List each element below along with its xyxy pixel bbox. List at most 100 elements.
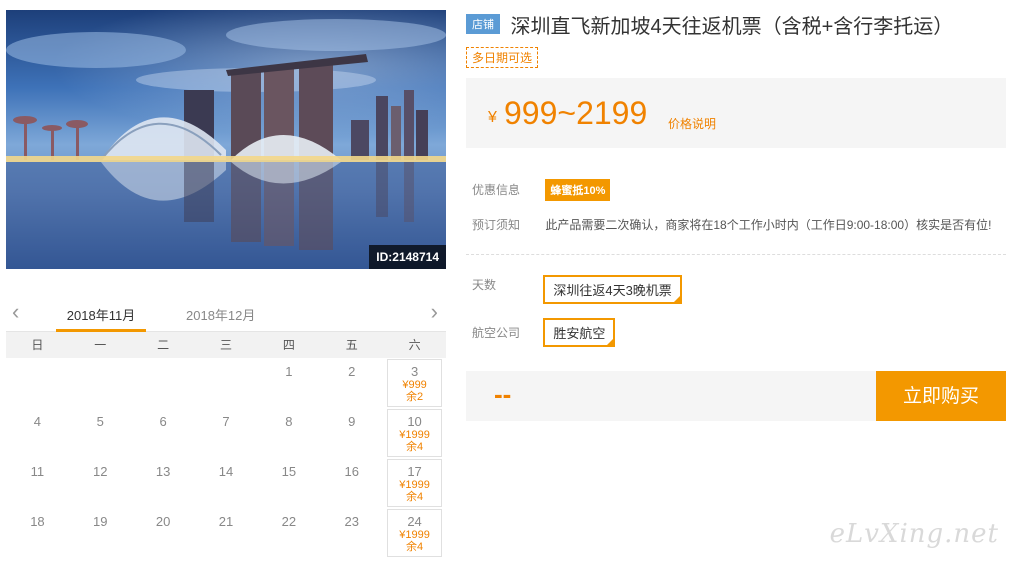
- buy-bar: -- 立即购买: [466, 371, 1006, 421]
- multi-date-tag: 多日期可选: [466, 47, 539, 68]
- calendar-day-available[interactable]: 10 ¥1999 余4: [387, 409, 442, 457]
- calendar-day-number: 16: [344, 464, 359, 479]
- calendar-day: [69, 358, 132, 408]
- calendar-day-available[interactable]: 24 ¥1999 余4: [387, 509, 442, 557]
- calendar-day-number: 12: [93, 464, 108, 479]
- weekday-tue: 二: [157, 338, 170, 352]
- weekday-sat: 六: [408, 338, 421, 352]
- promo-row: 优惠信息 蜂蜜抵10%: [472, 179, 611, 201]
- calendar-day: [195, 358, 258, 408]
- calendar-day: 5: [69, 408, 132, 458]
- calendar-day: 13: [132, 458, 195, 508]
- calendar-day-number: 23: [344, 514, 359, 529]
- price-note-link[interactable]: 价格说明: [668, 115, 716, 132]
- calendar-day-number: 19: [93, 514, 108, 529]
- calendar-day-number: 18: [30, 514, 45, 529]
- calendar-day-number: 7: [222, 414, 230, 429]
- calendar-day-number: 2: [348, 364, 356, 379]
- weekday-wed: 三: [219, 338, 232, 352]
- calendar-day-number: 4: [33, 414, 42, 429]
- watermark: eLvXing.net: [829, 519, 999, 549]
- skyline-illustration: [6, 19, 446, 269]
- airline-option[interactable]: 胜安航空 ✓: [543, 318, 616, 347]
- notice-row: 预订须知 此产品需要二次确认，商家将在18个工作小时内（工作日9:00-18:0…: [472, 216, 991, 233]
- notice-text: 此产品需要二次确认，商家将在18个工作小时内（工作日9:00-18:00）核实是…: [545, 218, 992, 232]
- chevron-right-icon[interactable]: ›: [431, 301, 438, 323]
- calendar-day-number: 24: [407, 514, 422, 529]
- calendar-day: 22: [257, 508, 320, 558]
- calendar-day: 1: [257, 358, 320, 408]
- calendar-day: 4: [6, 408, 69, 458]
- calendar-day: 23: [320, 508, 383, 558]
- days-row: 天数 深圳往返4天3晚机票 ✓: [472, 275, 682, 304]
- calendar-day-number: 21: [218, 514, 234, 529]
- product-title: 深圳直飞新加坡4天往返机票（含税+含行李托运）: [510, 16, 954, 38]
- calendar-day-number: 15: [281, 464, 297, 479]
- section-divider: [466, 254, 1006, 255]
- total-price: --: [494, 379, 512, 409]
- tab-month-nov[interactable]: 2018年11月: [56, 305, 146, 332]
- calendar-day-stock: 余4: [406, 441, 424, 453]
- calendar-day: 20: [132, 508, 195, 558]
- calendar-day: 2: [320, 358, 383, 408]
- days-option-label: 深圳往返4天3晚机票: [553, 283, 672, 298]
- weekday-mon: 一: [94, 338, 107, 352]
- days-label: 天数: [472, 277, 497, 292]
- calendar-day: 15: [257, 458, 320, 508]
- calendar-weekday-header: 日 一 二 三 四 五 六: [6, 332, 446, 358]
- airline-row: 航空公司 胜安航空 ✓: [472, 318, 616, 347]
- calendar-day-number: 6: [159, 414, 167, 429]
- calendar-day-number: 17: [407, 464, 422, 479]
- calendar-day: 11: [6, 458, 69, 508]
- calendar-day-number: 5: [96, 414, 104, 429]
- price-currency: ¥: [488, 109, 497, 126]
- calendar-day-number: 11: [30, 464, 45, 479]
- calendar-day-number: 13: [155, 464, 171, 479]
- calendar-day: 16: [320, 458, 383, 508]
- airline-label: 航空公司: [472, 326, 521, 340]
- chevron-left-icon[interactable]: ‹: [12, 301, 19, 323]
- calendar-day-price: ¥1999: [399, 529, 430, 541]
- calendar-day-price: ¥1999: [399, 479, 430, 491]
- product-title-row: 店铺 深圳直飞新加坡4天往返机票（含税+含行李托运）: [466, 10, 1006, 40]
- calendar-day: 8: [257, 408, 320, 458]
- calendar-day: [6, 358, 69, 408]
- calendar-day-price: ¥999: [402, 379, 427, 391]
- calendar-day: 12: [69, 458, 132, 508]
- calendar-day: 14: [195, 458, 258, 508]
- calendar-day-number: 8: [285, 414, 293, 429]
- promo-label: 优惠信息: [472, 183, 521, 197]
- calendar-day-stock: 余2: [406, 391, 424, 403]
- calendar-day-number: 1: [285, 364, 293, 379]
- check-icon: ✓: [673, 295, 680, 302]
- buy-now-button[interactable]: 立即购买: [876, 371, 1006, 421]
- days-option[interactable]: 深圳往返4天3晚机票 ✓: [543, 275, 682, 304]
- calendar-day-number: 9: [348, 414, 356, 429]
- calendar-day: 7: [195, 408, 258, 458]
- calendar-day-number: 14: [218, 464, 234, 479]
- calendar-day: 21: [195, 508, 258, 558]
- airline-option-label: 胜安航空: [553, 326, 606, 341]
- product-photo: ID:2148714: [6, 10, 446, 269]
- price-range: 999~2199: [504, 95, 648, 131]
- weekday-sun: 日: [31, 338, 44, 352]
- calendar-day-number: 22: [281, 514, 297, 529]
- calendar-day: 18: [6, 508, 69, 558]
- price-box: ¥ 999~2199 价格说明: [466, 78, 1006, 148]
- calendar-day-grid: 1 2 3 ¥999 余2 4 5 6 7 8 9 10 ¥1999 余4 11 12 13 14 15 16 17 ¥1…: [6, 358, 446, 558]
- weekday-fri: 五: [345, 338, 358, 352]
- shop-badge: 店铺: [466, 14, 500, 34]
- date-calendar: ‹ 2018年11月 2018年12月 › 日 一 二 三 四 五 六 1 2 3 ¥…: [6, 296, 446, 558]
- calendar-day-stock: 余4: [406, 541, 424, 553]
- calendar-day: 9: [320, 408, 383, 458]
- check-icon: ✓: [607, 338, 614, 345]
- tab-month-dec[interactable]: 2018年12月: [186, 305, 255, 324]
- calendar-day: 19: [69, 508, 132, 558]
- calendar-day-available[interactable]: 17 ¥1999 余4: [387, 459, 442, 507]
- calendar-day-number: 20: [155, 514, 171, 529]
- calendar-month-nav: ‹ 2018年11月 2018年12月 ›: [6, 296, 446, 332]
- image-id-tag: ID:2148714: [369, 245, 446, 269]
- calendar-day-stock: 余4: [406, 491, 424, 503]
- notice-label: 预订须知: [472, 218, 521, 232]
- calendar-day-available[interactable]: 3 ¥999 余2: [387, 359, 442, 407]
